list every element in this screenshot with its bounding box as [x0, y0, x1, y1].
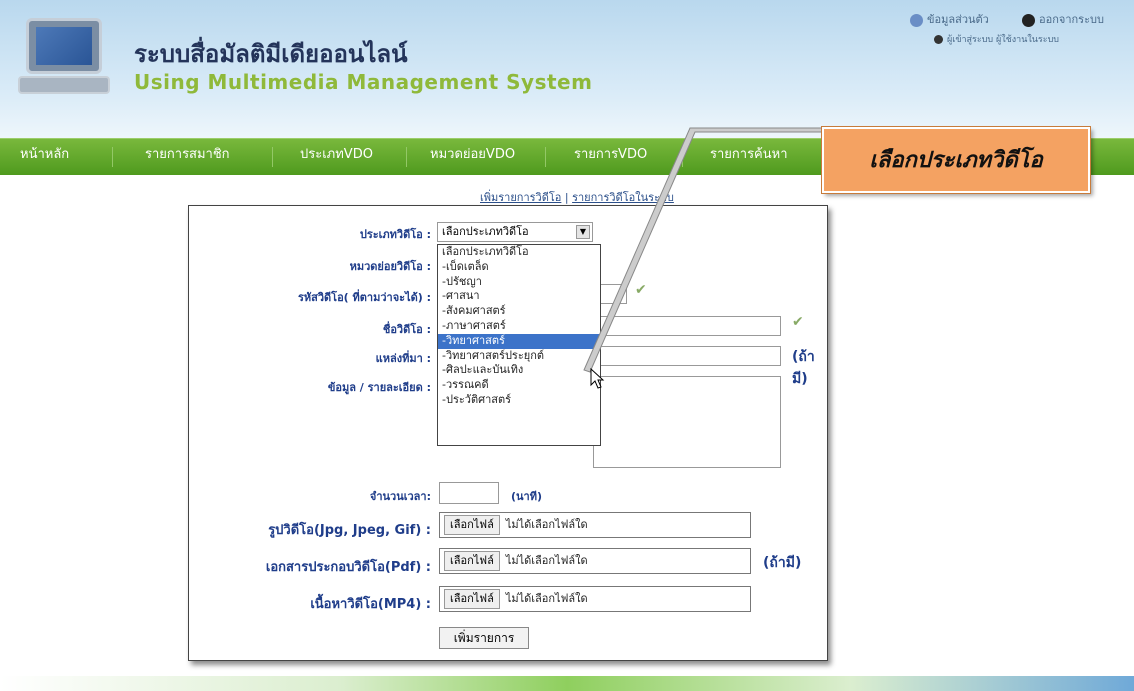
footer-band: [0, 676, 1134, 691]
mouse-cursor-icon: [590, 368, 605, 389]
callout-label: เลือกประเภทวิดีโอ: [821, 126, 1091, 194]
callout-pointer: [583, 127, 833, 373]
